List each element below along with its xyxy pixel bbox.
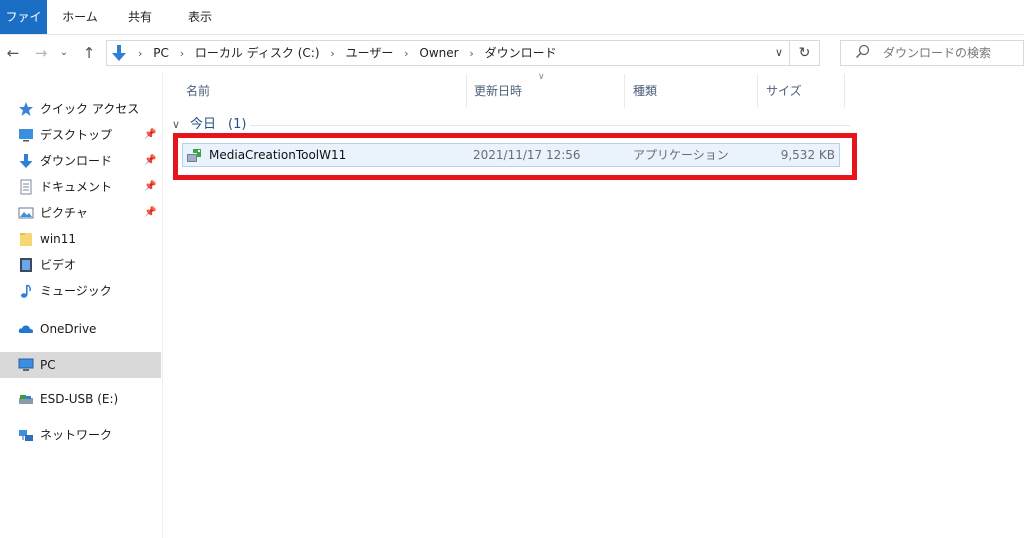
sidebar-item-music[interactable]: ミュージック (0, 278, 161, 304)
download-folder-icon (112, 45, 126, 61)
download-icon (19, 154, 33, 168)
breadcrumb-item-users[interactable]: ユーザー (346, 41, 394, 65)
usb-drive-icon (19, 395, 33, 404)
sidebar-item-win11[interactable]: win11 (0, 226, 161, 252)
navigation-pane: クイック アクセス デスクトップ 📌 ダウンロード 📌 ドキュメント 📌 ピクチ… (0, 72, 163, 538)
sidebar-item-label: ビデオ (40, 258, 77, 272)
group-label: 今日 (190, 117, 217, 132)
sidebar-item-downloads[interactable]: ダウンロード 📌 (0, 148, 161, 174)
breadcrumb-separator-icon[interactable]: › (330, 42, 334, 66)
up-arrow-icon[interactable]: ↑ (78, 36, 100, 70)
ribbon-tab-share[interactable]: 共有 (120, 0, 160, 34)
music-icon (21, 284, 31, 298)
breadcrumb-separator-icon[interactable]: › (404, 42, 408, 66)
sidebar-item-label: ミュージック (40, 284, 112, 298)
search-box[interactable]: ダウンロードの検索 (840, 40, 1024, 66)
sidebar-item-desktop[interactable]: デスクトップ 📌 (0, 122, 161, 148)
address-bar[interactable]: › PC › ローカル ディスク (C:) › ユーザー › Owner › ダ… (106, 40, 790, 66)
recent-locations-chevron-icon[interactable]: ⌄ (56, 36, 72, 70)
cloud-icon (18, 325, 34, 334)
sidebar-item-label: ESD-USB (E:) (40, 392, 119, 406)
star-icon (19, 102, 33, 116)
ribbon-tab-view[interactable]: 表示 (178, 0, 222, 34)
breadcrumb-item-downloads[interactable]: ダウンロード (485, 41, 557, 65)
sidebar-item-videos[interactable]: ビデオ (0, 252, 161, 278)
pc-icon (18, 358, 34, 371)
ribbon-tab-home[interactable]: ホーム (58, 0, 102, 34)
group-header-today[interactable]: ∨ 今日 (1) (172, 115, 852, 135)
documents-icon (20, 179, 32, 195)
refresh-icon[interactable]: ↻ (790, 40, 820, 66)
sidebar-item-pc[interactable]: PC (0, 352, 161, 378)
address-dropdown-chevron-icon[interactable]: ∨ (775, 41, 783, 65)
back-arrow-icon[interactable]: ← (2, 36, 24, 70)
pin-icon[interactable]: 📌 (144, 148, 156, 174)
videos-icon (20, 258, 32, 272)
folder-icon (20, 233, 32, 246)
collapse-chevron-icon[interactable]: ∨ (172, 115, 180, 135)
search-icon (855, 44, 870, 59)
ribbon: ファイル ホーム 共有 表示 (0, 0, 1024, 58)
breadcrumb-item-local-disk[interactable]: ローカル ディスク (C:) (195, 41, 320, 65)
column-header-type[interactable]: 種類 (624, 74, 757, 108)
column-header-size[interactable]: サイズ (757, 74, 845, 108)
pin-icon[interactable]: 📌 (144, 122, 156, 148)
pin-icon[interactable]: 📌 (144, 174, 156, 200)
pictures-icon (18, 207, 34, 219)
desktop-icon (19, 129, 33, 142)
column-header-name[interactable]: 名前 (170, 74, 466, 108)
breadcrumb: › PC › ローカル ディスク (C:) › ユーザー › Owner › ダ… (131, 41, 557, 65)
sort-caret-icon: ∨ (538, 72, 545, 82)
sidebar-item-label: OneDrive (40, 322, 97, 336)
sidebar-item-label: ネットワーク (40, 428, 113, 442)
sidebar-item-label: win11 (40, 232, 77, 246)
search-placeholder: ダウンロードの検索 (883, 46, 992, 60)
forward-arrow-icon[interactable]: → (30, 36, 52, 70)
sidebar-item-label: デスクトップ (40, 128, 113, 142)
group-divider (250, 125, 850, 126)
sidebar-item-pictures[interactable]: ピクチャ 📌 (0, 200, 161, 226)
sidebar-item-onedrive[interactable]: OneDrive (0, 316, 161, 342)
sidebar-item-label: PC (40, 358, 56, 372)
sidebar-item-label: ピクチャ (40, 206, 88, 220)
breadcrumb-separator-icon[interactable]: › (469, 42, 473, 66)
sidebar-item-label: クイック アクセス (40, 102, 140, 116)
column-headers: 名前 更新日時 種類 サイズ ∨ (170, 72, 850, 108)
group-count: (1) (228, 117, 247, 132)
sidebar-item-network[interactable]: ネットワーク (0, 422, 161, 448)
breadcrumb-item-owner[interactable]: Owner (419, 41, 458, 65)
network-icon (19, 430, 33, 441)
breadcrumb-separator-icon: › (138, 47, 143, 60)
address-row: ← → ⌄ ↑ › PC › ローカル ディスク (C:) › ユーザー › O… (0, 36, 1024, 70)
ribbon-tab-file[interactable]: ファイル (0, 0, 47, 58)
breadcrumb-item-pc[interactable]: PC (153, 41, 169, 65)
sidebar-item-usb[interactable]: ESD-USB (E:) (0, 386, 161, 412)
sidebar-item-label: ダウンロード (40, 154, 113, 168)
sidebar-item-label: ドキュメント (40, 180, 113, 194)
highlight-annotation (173, 133, 857, 180)
pin-icon[interactable]: 📌 (144, 200, 156, 226)
sidebar-item-quick-access[interactable]: クイック アクセス (0, 96, 161, 122)
column-header-modified[interactable]: 更新日時 (466, 74, 624, 108)
sidebar-item-documents[interactable]: ドキュメント 📌 (0, 174, 161, 200)
breadcrumb-separator-icon[interactable]: › (180, 42, 184, 66)
